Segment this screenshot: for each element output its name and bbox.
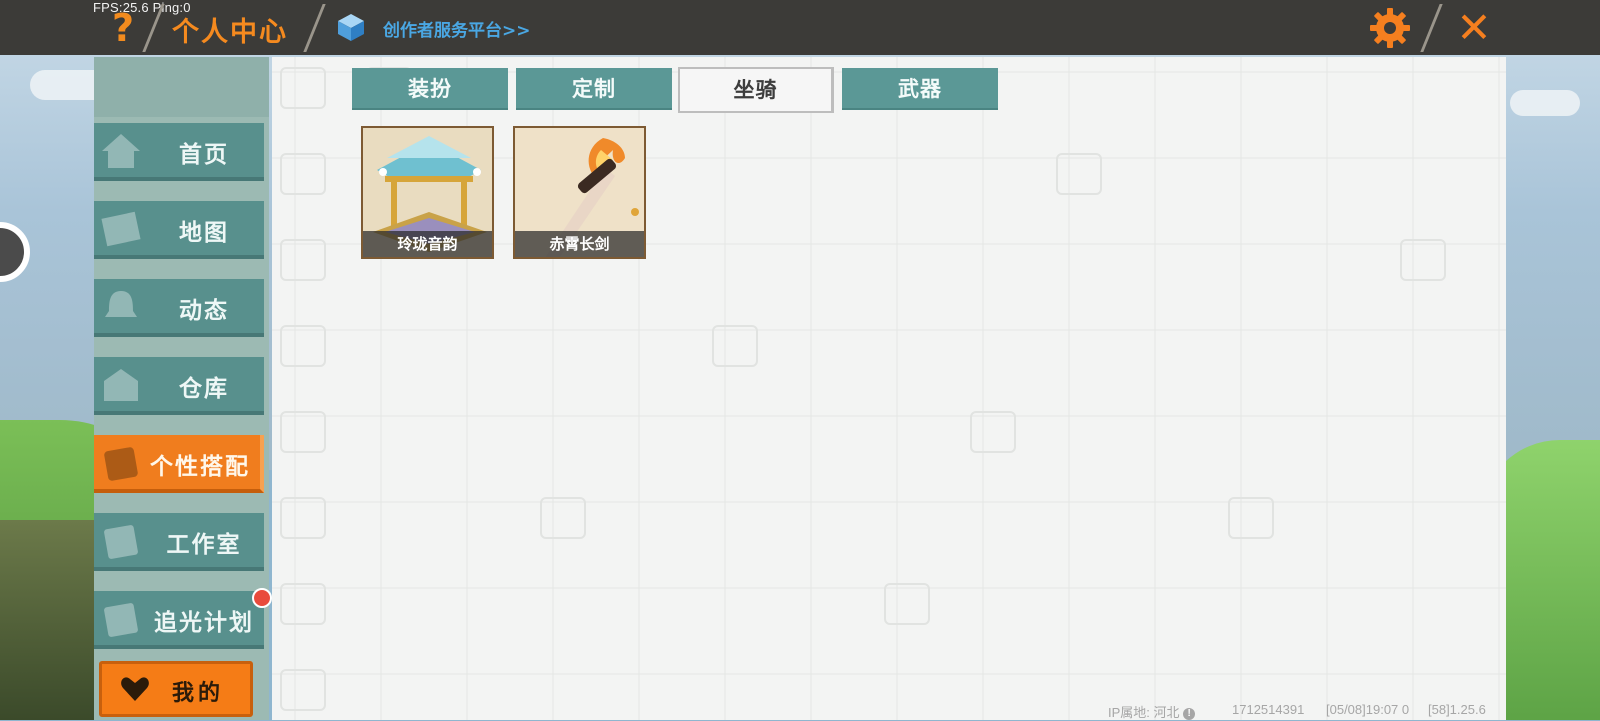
sidebar-item-feed[interactable]: 动态: [94, 279, 264, 337]
mine-label: 我的: [172, 681, 225, 706]
sidebar-item-home[interactable]: 首页: [94, 123, 264, 181]
sidebar-item-map[interactable]: 地图: [94, 201, 264, 259]
sidebar-item-label: 动态: [179, 298, 229, 324]
sidebar-item-light-plan[interactable]: 追光计划: [94, 591, 264, 649]
creator-platform-link[interactable]: 创作者服务平台>>: [383, 16, 531, 41]
sidebar-item-label: 追光计划: [154, 610, 254, 636]
mine-button[interactable]: 我的: [99, 661, 253, 717]
notification-badge: [252, 588, 272, 608]
picture-icon: [101, 211, 141, 247]
item-name: 玲珑音韵: [363, 231, 492, 257]
question-icon[interactable]: ?: [108, 8, 138, 48]
tab-mount[interactable]: 坐骑: [678, 67, 834, 113]
version: [58]1.25.6: [1428, 702, 1486, 717]
sidebar-item-label: 仓库: [179, 376, 229, 402]
avatar-icon: [104, 447, 138, 481]
user-id: 1712514391: [1232, 702, 1305, 717]
cube-icon[interactable]: [336, 12, 366, 42]
light-plan-icon: [104, 603, 138, 637]
ip-label: IP属地: 河北: [1108, 705, 1180, 720]
page-title: 个人中心: [172, 17, 288, 48]
sidebar-item-label: 工作室: [166, 532, 242, 558]
sidebar-item-warehouse[interactable]: 仓库: [94, 357, 264, 415]
top-bar: FPS:25.6 Ping:0 ? 个人中心 创作者服务平台>> ✕: [0, 0, 1600, 55]
sidebar: 首页 地图 动态 仓库 个性搭配 工作室 追光计划: [94, 57, 269, 720]
sidebar-item-studio[interactable]: 工作室: [94, 513, 264, 571]
house-icon: [102, 134, 140, 168]
warehouse-icon: [104, 369, 138, 401]
gear-icon[interactable]: [1368, 6, 1412, 50]
timestamp: [05/08]19:07 0: [1326, 702, 1410, 717]
tab-custom[interactable]: 定制: [516, 68, 672, 110]
sidebar-item-label: 地图: [179, 220, 229, 246]
item-card[interactable]: 赤霄长剑: [513, 126, 646, 259]
item-card[interactable]: 玲珑音韵: [361, 126, 494, 259]
info-icon[interactable]: !: [1183, 707, 1196, 720]
sidebar-item-style[interactable]: 个性搭配: [94, 435, 264, 493]
sidebar-item-label: 个性搭配: [150, 454, 250, 480]
tab-outfit[interactable]: 装扮: [352, 68, 508, 110]
ip-location: IP属地: 河北 !: [1108, 702, 1196, 721]
bell-icon: [105, 291, 137, 317]
sidebar-item-label: 首页: [179, 142, 229, 168]
studio-icon: [104, 525, 138, 559]
tab-weapon[interactable]: 武器: [842, 68, 998, 110]
heart-icon: [121, 677, 149, 701]
item-name: 赤霄长剑: [515, 231, 644, 257]
close-icon[interactable]: ✕: [1454, 6, 1494, 50]
